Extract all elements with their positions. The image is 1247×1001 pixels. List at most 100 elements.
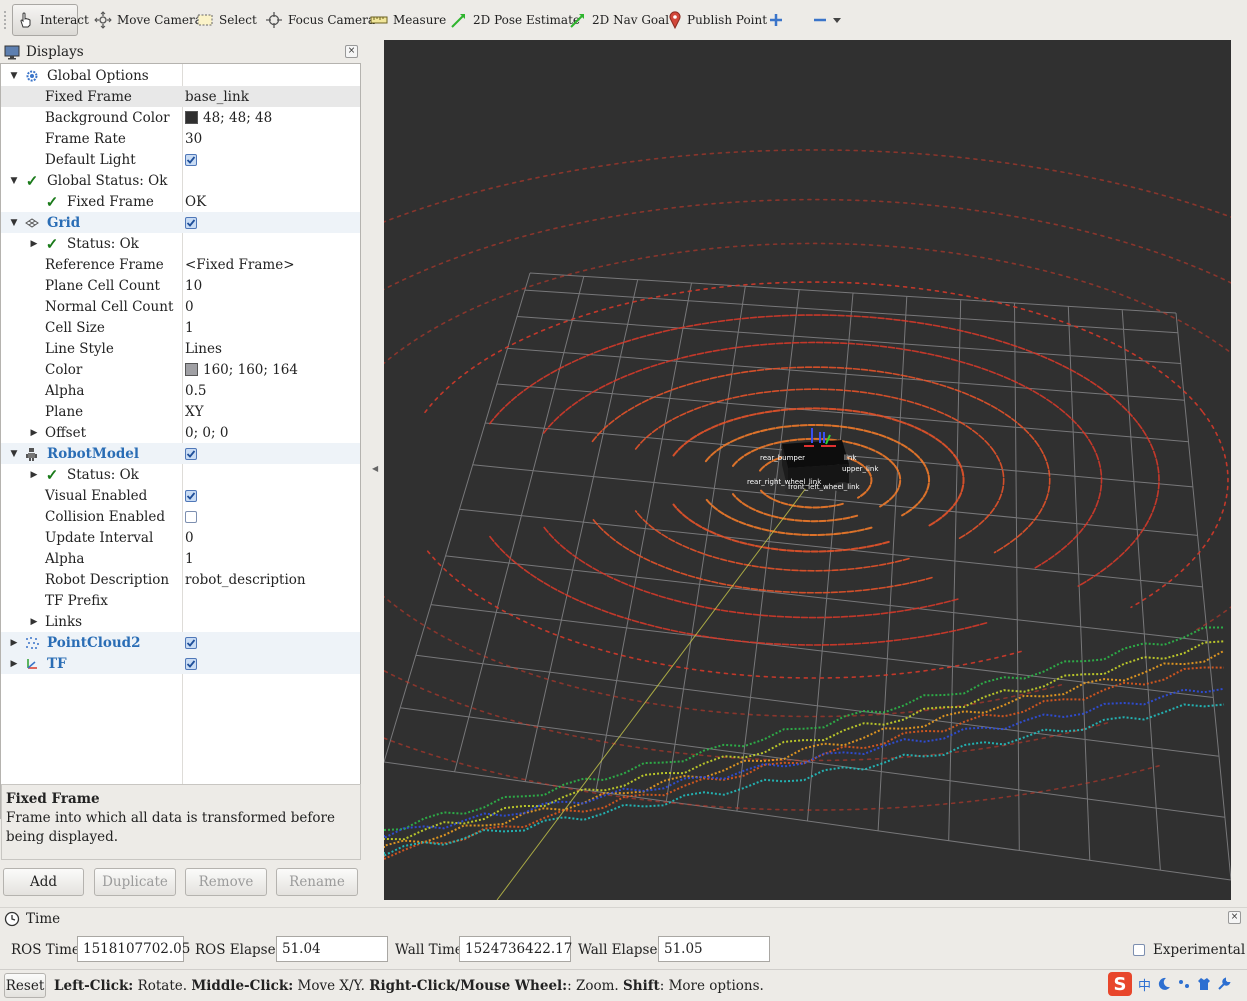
- tree-row-global-options[interactable]: ▼ Global Options: [1, 65, 360, 86]
- expand-arrow-icon[interactable]: ▼: [9, 449, 19, 459]
- 2d-nav-goal-tool-button[interactable]: 2D Nav Goal: [565, 4, 673, 36]
- fixed-frame-value[interactable]: base_link: [185, 89, 249, 105]
- tree-row-links[interactable]: ▶ Links: [1, 611, 360, 632]
- grid-alpha-value[interactable]: 0.5: [185, 383, 206, 399]
- close-icon[interactable]: ×: [345, 45, 358, 58]
- color-swatch[interactable]: [185, 363, 198, 376]
- robot-alpha-value[interactable]: 1: [185, 551, 194, 567]
- remove-display-button[interactable]: Remove: [185, 868, 267, 896]
- expand-arrow-icon[interactable]: ▶: [9, 659, 19, 669]
- expand-arrow-icon[interactable]: ▶: [29, 470, 39, 480]
- pointcloud2-enabled-checkbox[interactable]: [185, 636, 197, 649]
- expand-arrow-icon[interactable]: ▶: [29, 617, 39, 627]
- experimental-checkbox[interactable]: [1133, 944, 1145, 956]
- expand-arrow-icon[interactable]: ▼: [9, 176, 19, 186]
- reference-frame-value[interactable]: <Fixed Frame>: [185, 257, 295, 273]
- wall-time-field[interactable]: 1524736422.17: [459, 936, 572, 962]
- publish-point-tool-button[interactable]: Publish Point: [664, 4, 771, 36]
- collapse-left-icon[interactable]: ◀: [372, 464, 378, 473]
- tree-row-global-status[interactable]: ▼ ✓ Global Status: Ok: [1, 170, 360, 191]
- move-camera-tool-button[interactable]: Move Camera: [90, 4, 206, 36]
- add-tool-button[interactable]: [764, 4, 788, 36]
- tree-row-normal-cell-count[interactable]: Normal Cell Count 0: [1, 296, 360, 317]
- chinese-mode-indicator[interactable]: 中: [1138, 975, 1151, 994]
- wall-elapsed-field[interactable]: 51.05: [658, 936, 770, 962]
- default-light-checkbox[interactable]: [185, 153, 197, 166]
- panel-splitter[interactable]: ◀: [364, 40, 384, 900]
- tree-row-plane-cell-count[interactable]: Plane Cell Count 10: [1, 275, 360, 296]
- visual-enabled-checkbox[interactable]: [185, 489, 197, 502]
- expand-arrow-icon[interactable]: ▼: [9, 218, 19, 228]
- color-swatch[interactable]: [185, 111, 198, 124]
- rename-display-button[interactable]: Rename: [276, 868, 358, 896]
- expand-arrow-icon[interactable]: ▼: [9, 71, 19, 81]
- tree-row-pointcloud2[interactable]: ▶ PointCloud2: [1, 632, 360, 653]
- expand-arrow-icon[interactable]: ▶: [9, 638, 19, 648]
- update-interval-value[interactable]: 0: [185, 530, 194, 546]
- tf-enabled-checkbox[interactable]: [185, 657, 197, 670]
- grid-color-value[interactable]: 160; 160; 164: [185, 362, 298, 378]
- tree-row-update-interval[interactable]: Update Interval 0: [1, 527, 360, 548]
- remove-tool-menu-button[interactable]: [808, 4, 845, 36]
- robotmodel-enabled-checkbox[interactable]: [185, 447, 197, 460]
- robot-description-value[interactable]: robot_description: [185, 572, 306, 588]
- tree-row-robotmodel-status[interactable]: ▶ ✓ Status: Ok: [1, 464, 360, 485]
- add-display-button[interactable]: Add: [3, 868, 84, 896]
- tree-row-plane[interactable]: Plane XY: [1, 401, 360, 422]
- tree-row-fixed-frame-status[interactable]: ✓ Fixed Frame OK: [1, 191, 360, 212]
- tree-row-cell-size[interactable]: Cell Size 1: [1, 317, 360, 338]
- tree-row-robot-alpha[interactable]: Alpha 1: [1, 548, 360, 569]
- sogou-logo-icon[interactable]: S: [1108, 972, 1132, 996]
- tree-row-background-color[interactable]: Background Color 48; 48; 48: [1, 107, 360, 128]
- offset-value[interactable]: 0; 0; 0: [185, 425, 228, 441]
- tree-row-reference-frame[interactable]: Reference Frame <Fixed Frame>: [1, 254, 360, 275]
- frame-rate-value[interactable]: 30: [185, 131, 202, 147]
- tree-row-fixed-frame[interactable]: Fixed Frame base_link: [1, 86, 360, 107]
- tree-row-alpha[interactable]: Alpha 0.5: [1, 380, 360, 401]
- wrench-icon[interactable]: [1217, 977, 1231, 991]
- interact-tool-button[interactable]: Interact: [12, 4, 89, 36]
- tree-row-label: Reference Frame: [45, 256, 164, 273]
- skin-shirt-icon[interactable]: [1197, 977, 1211, 991]
- focus-camera-tool-button[interactable]: Focus Camera: [261, 4, 379, 36]
- close-icon[interactable]: ×: [1228, 911, 1241, 924]
- grid-enabled-checkbox[interactable]: [185, 216, 197, 229]
- experimental-option[interactable]: Experimental: [1133, 942, 1245, 958]
- tree-row-robot-description[interactable]: Robot Description robot_description: [1, 569, 360, 590]
- reset-button[interactable]: Reset: [4, 973, 46, 998]
- input-method-toolbar[interactable]: S 中: [1108, 972, 1231, 996]
- ros-time-field[interactable]: 1518107702.05: [77, 936, 190, 962]
- tree-row-grid[interactable]: ▼ Grid: [1, 212, 360, 233]
- collision-enabled-checkbox[interactable]: [185, 510, 197, 523]
- tree-row-offset[interactable]: ▶ Offset 0; 0; 0: [1, 422, 360, 443]
- normal-cell-count-value[interactable]: 0: [185, 299, 194, 315]
- line-style-value[interactable]: Lines: [185, 341, 222, 357]
- tree-row-visual-enabled[interactable]: Visual Enabled: [1, 485, 360, 506]
- scene-canvas[interactable]: rear_bumper link upper_link rear_right_w…: [384, 40, 1231, 900]
- tree-row-frame-rate[interactable]: Frame Rate 30: [1, 128, 360, 149]
- cell-size-value[interactable]: 1: [185, 320, 194, 336]
- duplicate-display-button[interactable]: Duplicate: [94, 868, 176, 896]
- tree-row-grid-status[interactable]: ▶ ✓ Status: Ok: [1, 233, 360, 254]
- tree-row-tf-prefix[interactable]: TF Prefix: [1, 590, 360, 611]
- select-tool-button[interactable]: Select: [192, 4, 261, 36]
- tf-axis-line: [496, 479, 813, 900]
- expand-arrow-icon[interactable]: ▶: [29, 239, 39, 249]
- plane-value[interactable]: XY: [185, 404, 204, 420]
- plane-cell-count-value[interactable]: 10: [185, 278, 202, 294]
- background-color-value[interactable]: 48; 48; 48: [185, 110, 272, 126]
- ros-elapsed-field[interactable]: 51.04: [276, 936, 388, 962]
- tree-row-collision-enabled[interactable]: Collision Enabled: [1, 506, 360, 527]
- measure-tool-button[interactable]: Measure: [366, 4, 450, 36]
- 3d-render-viewport[interactable]: rear_bumper link upper_link rear_right_w…: [384, 40, 1231, 900]
- tree-row-line-style[interactable]: Line Style Lines: [1, 338, 360, 359]
- punctuation-icon[interactable]: [1177, 977, 1191, 991]
- toolbar-grip[interactable]: [3, 10, 7, 30]
- moon-icon[interactable]: [1157, 977, 1171, 991]
- 2d-pose-estimate-tool-button[interactable]: 2D Pose Estimate: [446, 4, 584, 36]
- expand-arrow-icon[interactable]: ▶: [29, 428, 39, 438]
- tree-row-default-light[interactable]: Default Light: [1, 149, 360, 170]
- tree-row-color[interactable]: Color 160; 160; 164: [1, 359, 360, 380]
- tree-row-robotmodel[interactable]: ▼ RobotModel: [1, 443, 360, 464]
- tree-row-tf[interactable]: ▶ TF: [1, 653, 360, 674]
